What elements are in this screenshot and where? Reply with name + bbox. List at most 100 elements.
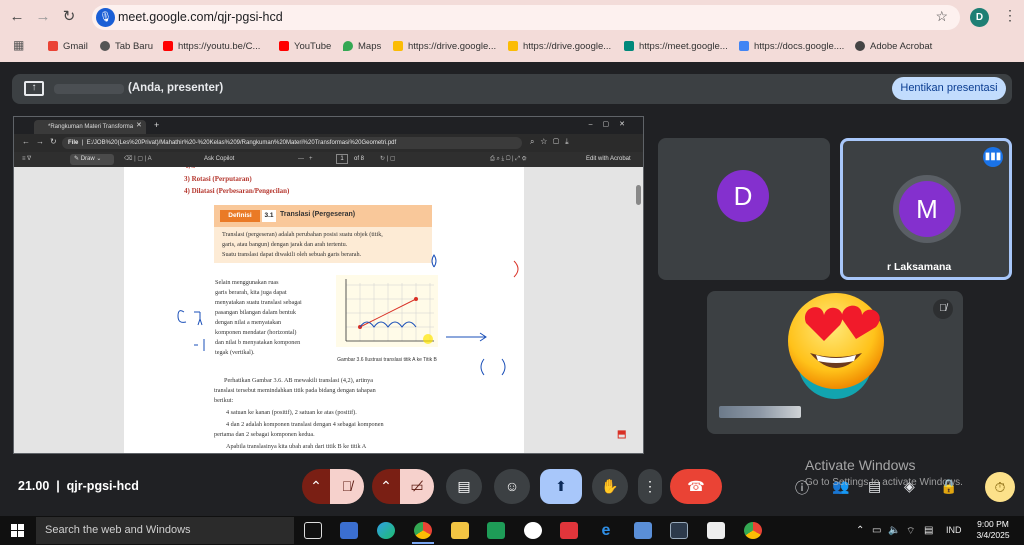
notification-icon[interactable]: ▤: [924, 525, 933, 536]
windows-taskbar: Search the web and Windows e ⌃ ▭ 🔈 ⌔ ▤ I…: [0, 516, 1024, 545]
zoom-icons: — +: [298, 156, 313, 162]
internet-explorer-icon[interactable]: e: [597, 522, 615, 539]
pdf-scrollbar: [636, 185, 641, 205]
active-app-indicator: [412, 542, 434, 544]
body-bottom-5: 4 dan 2 adalah komponen translasi dengan…: [226, 421, 384, 428]
volume-icon[interactable]: 🔈: [888, 525, 900, 536]
pdf-viewport: 2) ... 3) Rotasi (Perputaran) 4) Dilatas…: [14, 167, 643, 453]
wifi-icon[interactable]: ⌔: [906, 525, 915, 538]
captions-button[interactable]: ▤: [446, 469, 482, 504]
definition-line-1: Translasi (pergeseran) adalah perubahan …: [222, 231, 383, 238]
definition-line-2: garis, atau bangun) dengan jarak dan ara…: [222, 241, 348, 248]
ask-copilot: Ask Copilot: [204, 156, 235, 162]
profile-avatar[interactable]: D: [970, 8, 989, 27]
forward-icon[interactable]: →: [32, 6, 54, 28]
bookmark-star-icon[interactable]: ☆: [935, 8, 948, 25]
definition-line-3: Suatu translasi dapat diwakili oleh sebu…: [222, 251, 362, 258]
back-icon[interactable]: ←: [6, 6, 28, 28]
timer-icon[interactable]: ⏱: [985, 472, 1015, 502]
excel-icon[interactable]: [487, 522, 505, 539]
participant-name-blurred: [719, 406, 801, 418]
browser-menu-icon[interactable]: ⋮: [1003, 7, 1017, 24]
presentation-bar: ↑ (Anda, presenter) Hentikan presentasi: [12, 74, 1012, 104]
participant-tile-1[interactable]: D: [658, 138, 830, 280]
taskbar-clock[interactable]: 9:00 PM 3/4/2025: [970, 519, 1016, 541]
photos-icon[interactable]: [707, 522, 725, 539]
stop-presenting-button[interactable]: Hentikan presentasi: [892, 77, 1006, 100]
edge-icon[interactable]: [377, 522, 395, 539]
bookmark-youtu-be[interactable]: https://youtu.be/C...: [163, 39, 260, 53]
taskbar-search[interactable]: Search the web and Windows: [36, 517, 294, 544]
point-b: [414, 297, 418, 301]
store-icon[interactable]: [340, 522, 358, 539]
app-dark-icon[interactable]: [670, 522, 688, 539]
reload-icon[interactable]: ↻: [58, 6, 80, 28]
apps-grid-icon[interactable]: ▦: [13, 38, 24, 52]
bookmark-youtube[interactable]: YouTube: [279, 39, 331, 53]
chrome-icon[interactable]: [744, 522, 762, 539]
meet-stage: ↑ (Anda, presenter) Hentikan presentasi …: [0, 62, 1024, 516]
file-explorer-icon[interactable]: [451, 522, 469, 539]
chrome-icon[interactable]: [414, 522, 432, 539]
reactions-button[interactable]: ☺: [494, 469, 530, 504]
emoji-icon: ☺: [504, 478, 520, 494]
end-call-icon: ☎: [687, 478, 705, 494]
bookmark-gmail[interactable]: Gmail: [48, 39, 88, 53]
task-view-icon[interactable]: [304, 522, 322, 539]
meeting-info: 21.00 | qjr-pgsi-hcd: [18, 479, 139, 493]
emoji-face: [788, 293, 884, 389]
raise-hand-button[interactable]: ✋: [592, 469, 628, 504]
menu-icon: ≡ ∇: [22, 156, 32, 162]
video-options-button[interactable]: ⌃: [372, 469, 400, 504]
list-item-rotasi: 3) Rotasi (Perputaran): [184, 175, 252, 183]
speaking-indicator-icon: ▮▮▮: [983, 147, 1003, 167]
browser-chrome: ← → ↻ 🎙 meet.google.com/qjr-pgsi-hcd ☆ D…: [0, 0, 1024, 62]
bookmark-meet[interactable]: https://meet.google...: [624, 39, 728, 53]
input-language[interactable]: IND: [946, 525, 962, 535]
gmail-icon: [48, 41, 58, 51]
body-line-3: menyatakan suatu translasi sebagai: [215, 299, 302, 306]
shared-screen: *Rangkuman Materi Transforma ✕ + –▢✕ ←→↻…: [13, 116, 644, 454]
camera-toggle-button[interactable]: ▭̸: [400, 469, 434, 504]
participant-tile-2[interactable]: M ▮▮▮ r Laksamana: [840, 138, 1012, 280]
tray-up-icon[interactable]: ⌃: [856, 525, 864, 536]
camera-off-icon: ▭̸: [410, 478, 424, 494]
pdf-page: 2) ... 3) Rotasi (Perputaran) 4) Dilatas…: [124, 167, 524, 453]
bookmark-adobe-acrobat[interactable]: Adobe Acrobat: [855, 39, 932, 53]
more-options-button[interactable]: ⋮: [638, 469, 662, 504]
bookmark-drive-1[interactable]: https://drive.google...: [393, 39, 496, 53]
present-icon: ⬆: [555, 478, 567, 494]
bookmark-docs[interactable]: https://docs.google....: [739, 39, 844, 53]
mic-muted-icon: 🎙̸: [933, 299, 953, 319]
mic-toggle-button[interactable]: 🎙̸: [330, 469, 364, 504]
audio-options-button[interactable]: ⌃: [302, 469, 330, 504]
bookmark-tab-baru[interactable]: Tab Baru: [100, 39, 153, 53]
address-bar[interactable]: 🎙 meet.google.com/qjr-pgsi-hcd ☆: [92, 5, 960, 30]
presenter-label: (Anda, presenter): [128, 82, 224, 94]
bookmark-drive-2[interactable]: https://drive.google...: [508, 39, 611, 53]
globe-icon: [855, 41, 865, 51]
url-text[interactable]: meet.google.com/qjr-pgsi-hcd: [118, 10, 283, 24]
mic-off-icon: 🎙̸: [341, 478, 353, 494]
drive-icon: [393, 41, 403, 51]
window-controls-icon: –▢✕: [588, 121, 635, 128]
windows-start-icon[interactable]: [11, 524, 25, 538]
present-button[interactable]: ⬆: [540, 469, 582, 504]
eraser-icon: ⌫ | ▢ | A: [124, 156, 152, 162]
acrobat-icon: ⬒: [617, 429, 627, 440]
activate-windows-subtitle: Go to Settings to activate Windows.: [805, 477, 963, 488]
app-icon[interactable]: [524, 522, 542, 539]
participant-avatar: D: [717, 170, 769, 222]
body-bottom-3: berikut:: [214, 397, 234, 404]
hand-icon: ✋: [601, 478, 619, 494]
more-vert-icon: ⋮: [643, 478, 657, 494]
app-red-icon[interactable]: [560, 522, 578, 539]
site-info-icon[interactable]: 🎙: [96, 8, 115, 27]
leave-call-button[interactable]: ☎: [670, 469, 722, 504]
app-blue-icon[interactable]: [634, 522, 652, 539]
body-line-7: dan nilai b menyatakan komponen: [215, 339, 301, 346]
figure-background: [336, 275, 438, 347]
pdf-toolbar: ≡ ∇ ✎ Draw ⌄ ⌫ | ▢ | A Ask Copilot — + 1…: [14, 152, 643, 167]
bookmark-maps[interactable]: Maps: [343, 39, 381, 53]
battery-icon[interactable]: ▭: [872, 525, 881, 536]
